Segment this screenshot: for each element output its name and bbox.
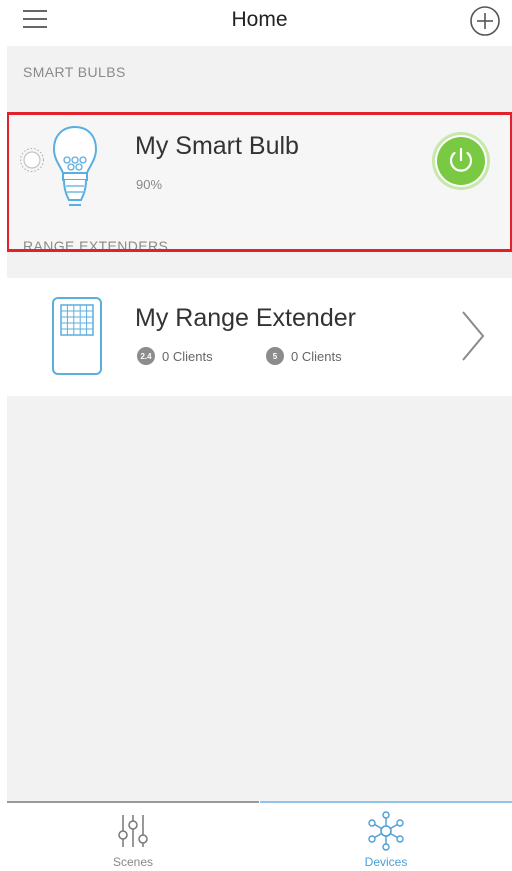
clients-5ghz-count: 0 Clients: [291, 348, 342, 364]
plus-circle-icon[interactable]: [469, 5, 501, 37]
top-bar: Home: [7, 0, 512, 46]
page-title: Home: [231, 8, 288, 31]
range-extender-row[interactable]: My Range Extender 2.4 0 Clients 5 0 Clie…: [7, 278, 512, 396]
smart-bulb-name: My Smart Bulb: [135, 132, 299, 160]
power-toggle-button[interactable]: [430, 130, 492, 192]
clients-2-4ghz: 2.4 0 Clients: [137, 346, 213, 366]
select-radio-icon[interactable]: [19, 147, 45, 173]
band-5-badge: 5: [266, 347, 284, 365]
range-extender-name: My Range Extender: [135, 304, 356, 332]
band-2-4-badge: 2.4: [137, 347, 155, 365]
app-screen: Home SMART BULBS My Smart Bulb 90% RANGE…: [7, 0, 512, 871]
bottom-tab-bar: Scenes Devices: [7, 801, 512, 871]
tab-label-devices: Devices: [364, 855, 408, 869]
tab-scenes[interactable]: Scenes: [7, 801, 259, 871]
clients-5ghz: 5 0 Clients: [266, 346, 342, 366]
clients-2-4ghz-count: 0 Clients: [162, 348, 213, 364]
power-icon: [432, 132, 490, 190]
section-header-smart-bulbs: SMART BULBS: [23, 64, 126, 80]
tab-devices[interactable]: Devices: [260, 801, 512, 871]
smart-bulb-icon: [51, 124, 99, 210]
network-icon: [366, 811, 406, 851]
tab-label-scenes: Scenes: [112, 855, 154, 869]
smart-bulb-row[interactable]: My Smart Bulb 90% RANGE EXTENDERS: [7, 112, 512, 254]
brightness-level: 90%: [136, 177, 163, 192]
sliders-icon: [113, 811, 153, 851]
section-header-range-extenders: RANGE EXTENDERS: [23, 238, 169, 254]
chevron-right-icon[interactable]: [457, 308, 487, 364]
range-extender-icon: [51, 296, 103, 376]
